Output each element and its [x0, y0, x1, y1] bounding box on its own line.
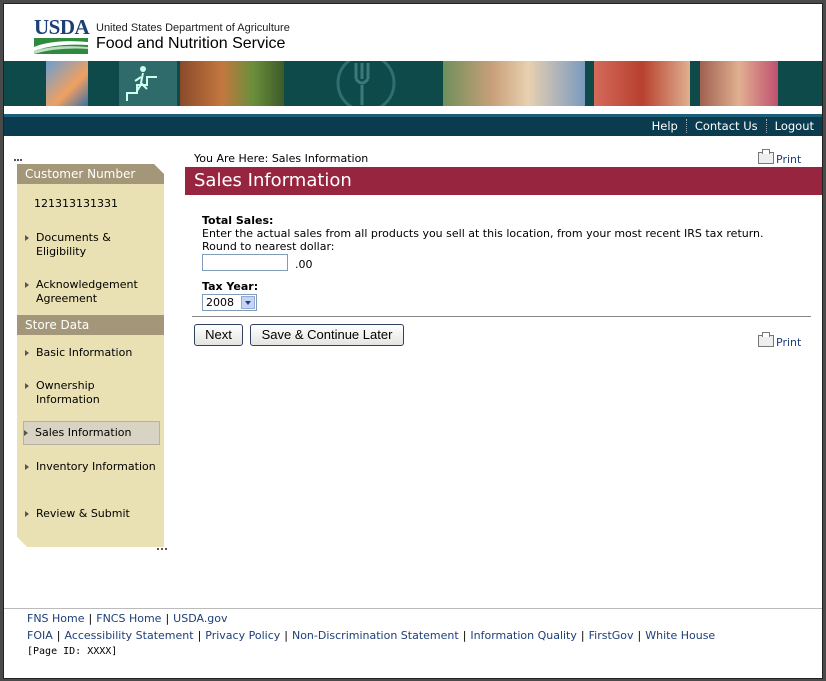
foia-link[interactable]: FOIA: [27, 629, 53, 642]
sidebar-item-label: Documents & Eligibility: [36, 231, 111, 258]
firstgov-link[interactable]: FirstGov: [589, 629, 634, 642]
banner-photo-sports: [46, 61, 88, 106]
tax-year-label: Tax Year:: [202, 280, 259, 293]
sidebar-item-ownership-information[interactable]: Ownership Information: [25, 379, 160, 407]
next-button[interactable]: Next: [194, 324, 243, 346]
arrow-right-icon: [25, 464, 29, 470]
sidebar-corner-dots: [157, 544, 167, 550]
sidebar-item-label: Basic Information: [36, 346, 133, 359]
footer-separator: |: [165, 612, 170, 625]
form-divider: [192, 316, 811, 317]
total-sales-help: Enter the actual sales from all products…: [202, 227, 764, 240]
sidebar-item-sales-information[interactable]: Sales Information: [23, 421, 160, 445]
non-discrimination-link[interactable]: Non-Discrimination Statement: [292, 629, 459, 642]
footer-separator: |: [637, 629, 642, 642]
sidebar-item-documents-eligibility[interactable]: Documents & Eligibility: [25, 231, 160, 259]
cents-suffix: .00: [295, 258, 313, 271]
browser-page: USDA United States Department of Agricul…: [3, 3, 823, 679]
page-id: [Page ID: XXXX]: [27, 646, 118, 657]
privacy-policy-link[interactable]: Privacy Policy: [205, 629, 280, 642]
sidebar-item-acknowledgement-agreement[interactable]: Acknowledgement Agreement: [25, 278, 160, 306]
arrow-right-icon: [25, 350, 29, 356]
agency-name: Food and Nutrition Service: [96, 35, 286, 52]
sidebar: Customer Number 121313131331 Documents &…: [17, 164, 164, 547]
total-sales-input[interactable]: [202, 254, 288, 271]
printer-icon: [758, 149, 774, 164]
breadcrumb: You Are Here: Sales Information: [194, 152, 369, 165]
footer-separator: |: [56, 629, 61, 642]
printer-icon: [758, 332, 774, 347]
help-link[interactable]: Help: [644, 119, 686, 133]
total-sales-label: Total Sales:: [202, 214, 274, 227]
white-house-link[interactable]: White House: [645, 629, 715, 642]
arrow-right-icon: [25, 383, 29, 389]
banner-photo-office: [700, 61, 778, 106]
arrow-right-icon: [25, 282, 29, 288]
sidebar-item-inventory-information[interactable]: Inventory Information: [25, 460, 160, 474]
banner-icon-exercise: [119, 61, 177, 106]
usda-gov-link[interactable]: USDA.gov: [173, 612, 227, 625]
sidebar-item-label: Review & Submit: [36, 507, 130, 520]
chevron-down-icon[interactable]: [241, 296, 255, 309]
customer-number-header: Customer Number: [17, 164, 164, 184]
usda-swoosh-icon: [34, 38, 88, 54]
arrow-right-icon: [25, 511, 29, 517]
banner-icon-fork: [304, 53, 434, 113]
sidebar-corner-cut: [17, 537, 27, 547]
logout-link[interactable]: Logout: [767, 119, 822, 133]
save-continue-later-button[interactable]: Save & Continue Later: [250, 324, 404, 346]
sidebar-item-label: Sales Information: [35, 426, 132, 439]
sidebar-item-basic-information[interactable]: Basic Information: [25, 346, 160, 360]
usda-logo-text: USDA: [34, 15, 90, 39]
footer-separator: |: [197, 629, 202, 642]
banner-spacer: [4, 106, 822, 114]
round-dollar-help: Round to nearest dollar:: [202, 240, 335, 253]
sidebar-item-label: Inventory Information: [36, 460, 156, 473]
fncs-home-link[interactable]: FNCS Home: [96, 612, 161, 625]
fns-home-link[interactable]: FNS Home: [27, 612, 85, 625]
contact-us-link[interactable]: Contact Us: [687, 119, 766, 133]
footer-separator: |: [462, 629, 467, 642]
information-quality-link[interactable]: Information Quality: [470, 629, 576, 642]
usda-logo[interactable]: USDA: [34, 15, 90, 54]
banner-photo-family: [443, 61, 585, 106]
print-link-bottom[interactable]: Print: [758, 332, 802, 349]
page-title: Sales Information: [185, 167, 822, 195]
sidebar-item-label: Acknowledgement Agreement: [36, 278, 138, 305]
top-nav-links: Help Contact Us Logout: [644, 119, 822, 133]
banner-photo-kids: [180, 61, 284, 106]
customer-number-value: 121313131331: [34, 197, 118, 210]
footer-divider: [4, 608, 822, 609]
arrow-right-icon: [24, 430, 28, 436]
site-header: USDA United States Department of Agricul…: [4, 4, 822, 61]
footer-separator: |: [580, 629, 585, 642]
accessibility-statement-link[interactable]: Accessibility Statement: [64, 629, 193, 642]
sidebar-item-review-submit[interactable]: Review & Submit: [25, 507, 160, 521]
photo-banner: [4, 53, 822, 113]
footer-links-secondary: FOIA | Accessibility Statement | Privacy Pol…: [27, 629, 715, 642]
store-data-header: Store Data: [17, 315, 164, 335]
tax-year-value: 2008: [206, 296, 234, 309]
sidebar-corner-cut: [154, 164, 164, 174]
print-link-top[interactable]: Print: [758, 149, 802, 166]
top-nav-bar: Help Contact Us Logout: [4, 114, 822, 136]
sidebar-item-label: Ownership Information: [36, 379, 100, 406]
department-name: United States Department of Agriculture: [96, 22, 290, 34]
footer-separator: |: [284, 629, 288, 642]
arrow-right-icon: [25, 235, 29, 241]
banner-photo-market: [594, 61, 690, 106]
print-label: Print: [776, 153, 802, 166]
footer-separator: |: [88, 612, 93, 625]
footer-links-primary: FNS Home | FNCS Home | USDA.gov: [27, 612, 228, 625]
print-label: Print: [776, 336, 802, 349]
tax-year-select[interactable]: 2008: [202, 294, 257, 311]
